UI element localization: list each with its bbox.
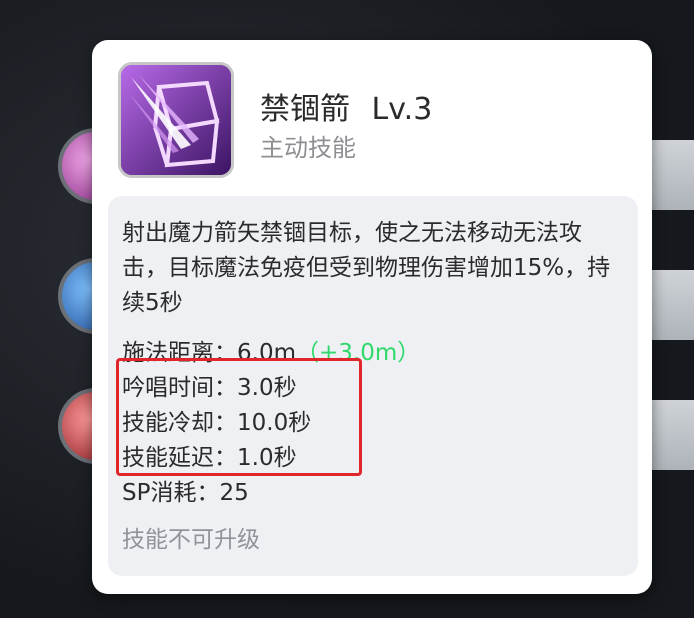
skill-title: 禁锢箭 Lv.3: [260, 84, 432, 128]
arrow-cube-icon: [118, 62, 234, 178]
stat-sp-cost: SP消耗：25: [122, 476, 622, 511]
skill-stats: 施法距离：6.0m（+3.0m） 吟唱时间：3.0秒 技能冷却：10.0秒 技能…: [116, 336, 622, 511]
skill-tooltip: 禁锢箭 Lv.3 主动技能 射出魔力箭矢禁锢目标，使之无法移动无法攻击，目标魔法…: [92, 40, 652, 594]
skill-detail-panel: 射出魔力箭矢禁锢目标，使之无法移动无法攻击，目标魔法免疫但受到物理伤害增加15%…: [108, 196, 638, 576]
skill-description: 射出魔力箭矢禁锢目标，使之无法移动无法攻击，目标魔法免疫但受到物理伤害增加15%…: [122, 220, 611, 316]
skill-type: 主动技能: [260, 134, 356, 162]
skill-level: Lv.3: [371, 92, 433, 127]
skill-name: 禁锢箭: [260, 92, 350, 127]
highlight-box: [116, 358, 362, 476]
upgrade-status: 技能不可升级: [122, 527, 260, 553]
stat-label: SP消耗：: [122, 480, 220, 506]
stat-value: 25: [219, 480, 249, 506]
